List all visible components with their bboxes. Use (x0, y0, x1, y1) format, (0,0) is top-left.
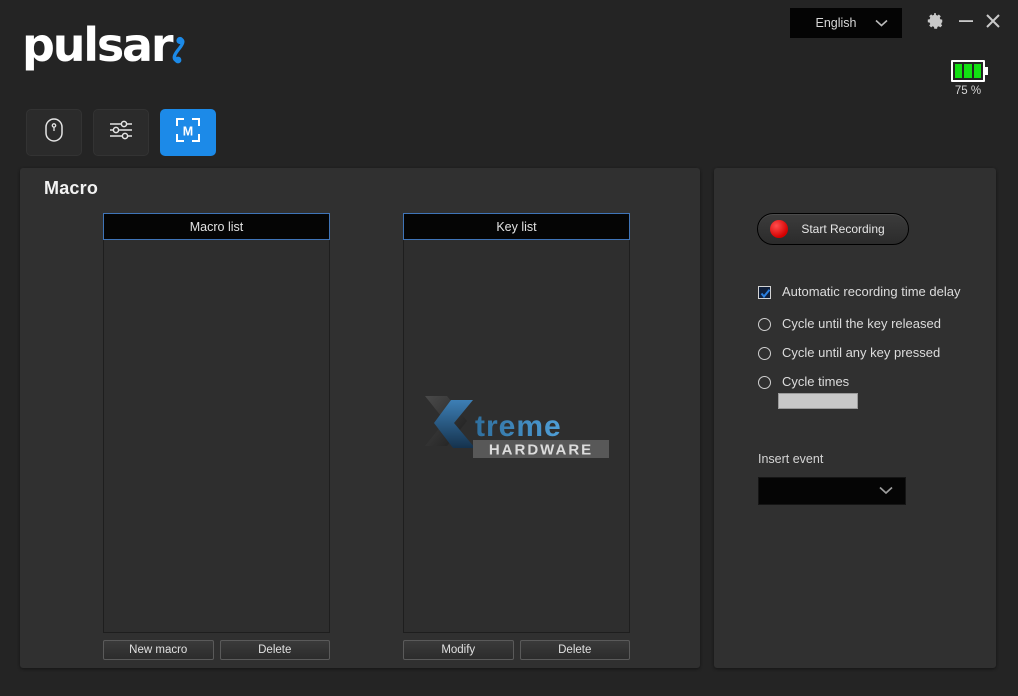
cycle-times-radio[interactable] (758, 376, 771, 389)
page-title: Macro (44, 178, 99, 198)
macro-panel: Macro Macro list New macro Delete Key li… (20, 168, 700, 668)
language-select[interactable]: English (790, 8, 902, 38)
macro-m-icon: M (175, 117, 201, 148)
cycle-any-key-radio[interactable] (758, 347, 771, 360)
brand-logo: pulsar (22, 22, 188, 68)
key-list-header[interactable]: Key list (403, 213, 630, 240)
key-list-column: Key list treme HARDWARE Modify Delete (403, 213, 630, 660)
auto-delay-checkbox[interactable] (758, 286, 771, 299)
option-auto-delay[interactable]: Automatic recording time delay (758, 284, 960, 300)
tab-mouse[interactable] (26, 109, 82, 156)
battery-cell (955, 64, 963, 78)
sliders-icon (108, 119, 134, 146)
tab-macro[interactable]: M (160, 109, 216, 156)
battery-indicator: 75 % (945, 60, 991, 97)
gear-icon (925, 11, 945, 36)
insert-event-label: Insert event (758, 452, 824, 466)
app-window: pulsar English 75 % M Macro Macro list N… (0, 0, 1018, 696)
record-dot-icon (770, 220, 788, 238)
macro-list-buttons: New macro Delete (103, 640, 330, 660)
delete-key-button[interactable]: Delete (519, 640, 630, 660)
cycle-key-released-label: Cycle until the key released (782, 316, 941, 331)
tab-settings[interactable] (93, 109, 149, 156)
insert-event-select[interactable] (758, 477, 906, 505)
cycle-key-released-radio[interactable] (758, 318, 771, 331)
start-recording-label: Start Recording (801, 222, 885, 236)
start-recording-button[interactable]: Start Recording (757, 213, 909, 245)
mouse-icon (43, 117, 65, 148)
macro-list-header[interactable]: Macro list (103, 213, 330, 240)
language-value: English (815, 16, 857, 30)
option-cycle-times[interactable]: Cycle times (758, 374, 849, 390)
battery-cell (973, 64, 981, 78)
xtreme-hardware-watermark: treme HARDWARE (421, 392, 613, 477)
macro-list-column: Macro list New macro Delete (103, 213, 330, 660)
chevron-down-icon (879, 482, 893, 500)
battery-level-label: 75 % (954, 85, 982, 97)
cycle-times-input[interactable] (778, 393, 858, 409)
svg-text:M: M (183, 125, 193, 139)
pulsar-comma-icon (172, 36, 188, 66)
minimize-button[interactable] (953, 10, 979, 36)
check-icon (760, 289, 771, 299)
option-cycle-key-released[interactable]: Cycle until the key released (758, 316, 941, 332)
auto-delay-label: Automatic recording time delay (782, 284, 961, 299)
brand-logo-text: pulsar (22, 18, 174, 72)
battery-icon (951, 60, 988, 82)
macro-list-body[interactable] (103, 240, 330, 633)
new-macro-button[interactable]: New macro (103, 640, 214, 660)
key-list-body[interactable]: treme HARDWARE (403, 240, 630, 633)
chevron-down-icon (875, 14, 888, 32)
delete-macro-button[interactable]: Delete (219, 640, 330, 660)
svg-text:treme: treme (475, 410, 562, 443)
tab-bar: M (26, 109, 216, 156)
recording-panel: Start Recording Automatic recording time… (714, 168, 996, 668)
settings-button[interactable] (922, 10, 948, 36)
option-cycle-any-key[interactable]: Cycle until any key pressed (758, 345, 940, 361)
close-icon (984, 12, 1002, 35)
minimize-icon (957, 14, 975, 33)
cycle-any-key-label: Cycle until any key pressed (782, 345, 941, 360)
battery-cell (964, 64, 972, 78)
close-button[interactable] (980, 10, 1006, 36)
svg-text:HARDWARE: HARDWARE (488, 442, 592, 459)
key-list-buttons: Modify Delete (403, 640, 630, 660)
cycle-times-label: Cycle times (782, 374, 850, 389)
modify-key-button[interactable]: Modify (403, 640, 514, 660)
